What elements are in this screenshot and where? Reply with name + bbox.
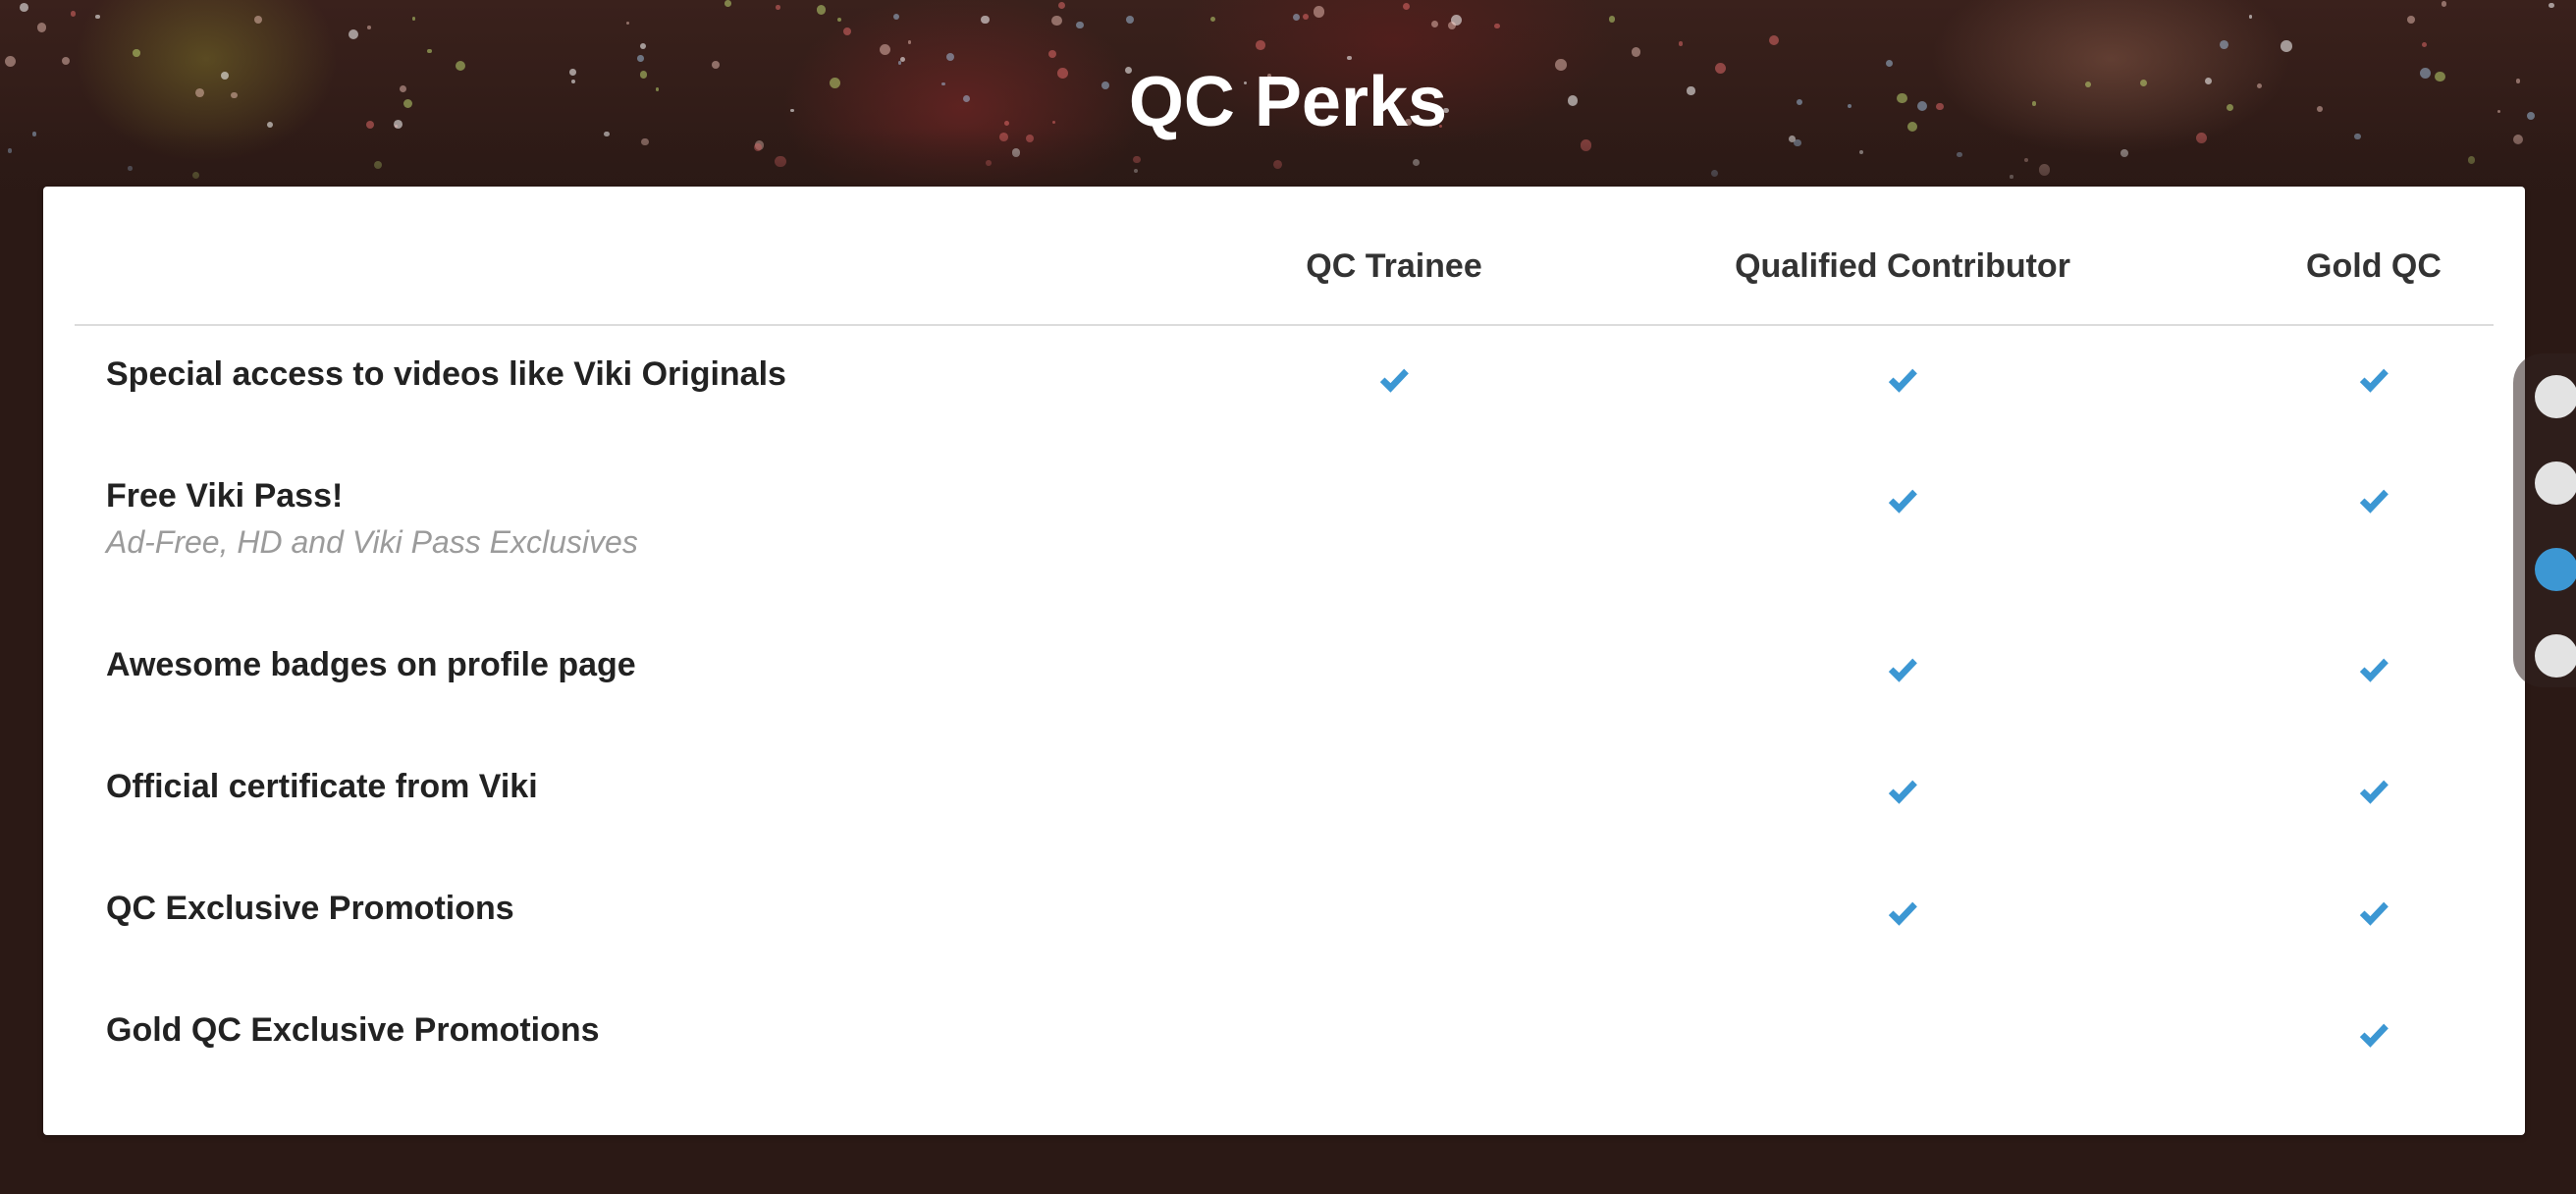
confetti-decoration: [1125, 16, 1135, 25]
section-dot-1[interactable]: [2535, 375, 2576, 418]
column-header-qualified-contributor: Qualified Contributor: [1735, 247, 2070, 285]
confetti-decoration: [816, 5, 827, 15]
confetti-decoration: [625, 21, 629, 26]
perks-table-card: QC Trainee Qualified Contributor Gold QC…: [43, 187, 2525, 1135]
checkmark-icon: [1888, 780, 1917, 804]
column-header-gold-qc: Gold QC: [2306, 247, 2442, 285]
confetti-decoration: [2421, 42, 2427, 48]
confetti-decoration: [1678, 40, 1684, 46]
section-dot-2[interactable]: [2535, 461, 2576, 505]
confetti-decoration: [411, 17, 416, 21]
confetti-decoration: [893, 14, 900, 21]
perk-label: Special access to videos like Viki Origi…: [106, 355, 786, 393]
confetti-decoration: [1051, 15, 1062, 26]
confetti-decoration: [70, 10, 77, 17]
checkmark-icon: [1888, 658, 1917, 682]
column-header-qc-trainee: QC Trainee: [1306, 247, 1482, 285]
confetti-decoration: [1768, 35, 1779, 46]
confetti-decoration: [843, 27, 851, 35]
perk-label: Gold QC Exclusive Promotions: [106, 1011, 600, 1049]
checkmark-icon: [1888, 901, 1917, 926]
confetti-decoration: [776, 5, 781, 10]
confetti-decoration: [2407, 16, 2415, 24]
checkmark-icon: [2359, 658, 2388, 682]
confetti-decoration: [724, 0, 731, 7]
checkmark-icon: [2359, 489, 2388, 514]
confetti-decoration: [1447, 22, 1456, 30]
table-header-row: QC Trainee Qualified Contributor Gold QC: [75, 187, 2494, 326]
confetti-decoration: [1313, 6, 1325, 18]
section-dot-4[interactable]: [2535, 634, 2576, 678]
confetti-decoration: [2248, 14, 2253, 19]
confetti-decoration: [2280, 40, 2292, 52]
perk-label: Awesome badges on profile page: [106, 646, 636, 683]
confetti-decoration: [837, 18, 842, 23]
section-dot-nav: [2513, 353, 2576, 687]
confetti-decoration: [639, 42, 646, 49]
confetti-decoration: [20, 3, 28, 13]
confetti-decoration: [1302, 14, 1309, 21]
section-dot-3[interactable]: [2535, 548, 2576, 591]
confetti-decoration: [2549, 2, 2554, 9]
checkmark-icon: [2359, 780, 2388, 804]
confetti-decoration: [1609, 16, 1616, 23]
confetti-decoration: [95, 14, 100, 20]
confetti-decoration: [36, 23, 47, 32]
confetti-decoration: [1209, 16, 1216, 22]
confetti-decoration: [1402, 3, 1410, 10]
confetti-decoration: [1256, 40, 1266, 50]
confetti-decoration: [349, 28, 359, 39]
perk-label: QC Exclusive Promotions: [106, 890, 514, 927]
checkmark-icon: [2359, 1023, 2388, 1048]
confetti-decoration: [367, 26, 371, 30]
confetti-decoration: [2441, 1, 2447, 7]
perk-label: Official certificate from Viki: [106, 768, 538, 805]
checkmark-icon: [1888, 489, 1917, 514]
checkmark-icon: [2359, 901, 2388, 926]
confetti-decoration: [907, 40, 912, 45]
checkmark-icon: [2359, 368, 2388, 393]
confetti-decoration: [253, 15, 263, 25]
confetti-decoration: [1058, 1, 1066, 9]
perk-sublabel: Ad-Free, HD and Viki Pass Exclusives: [106, 524, 638, 560]
confetti-decoration: [2219, 40, 2228, 50]
checkmark-icon: [1379, 368, 1409, 393]
perk-label: Free Viki Pass!: [106, 477, 344, 515]
confetti-decoration: [1431, 20, 1439, 28]
confetti-decoration: [1076, 21, 1084, 29]
confetti-decoration: [981, 15, 990, 25]
checkmark-icon: [1888, 368, 1917, 393]
confetti-decoration: [1494, 23, 1500, 29]
confetti-decoration: [1292, 14, 1300, 22]
page-title: QC Perks: [1128, 63, 1448, 141]
